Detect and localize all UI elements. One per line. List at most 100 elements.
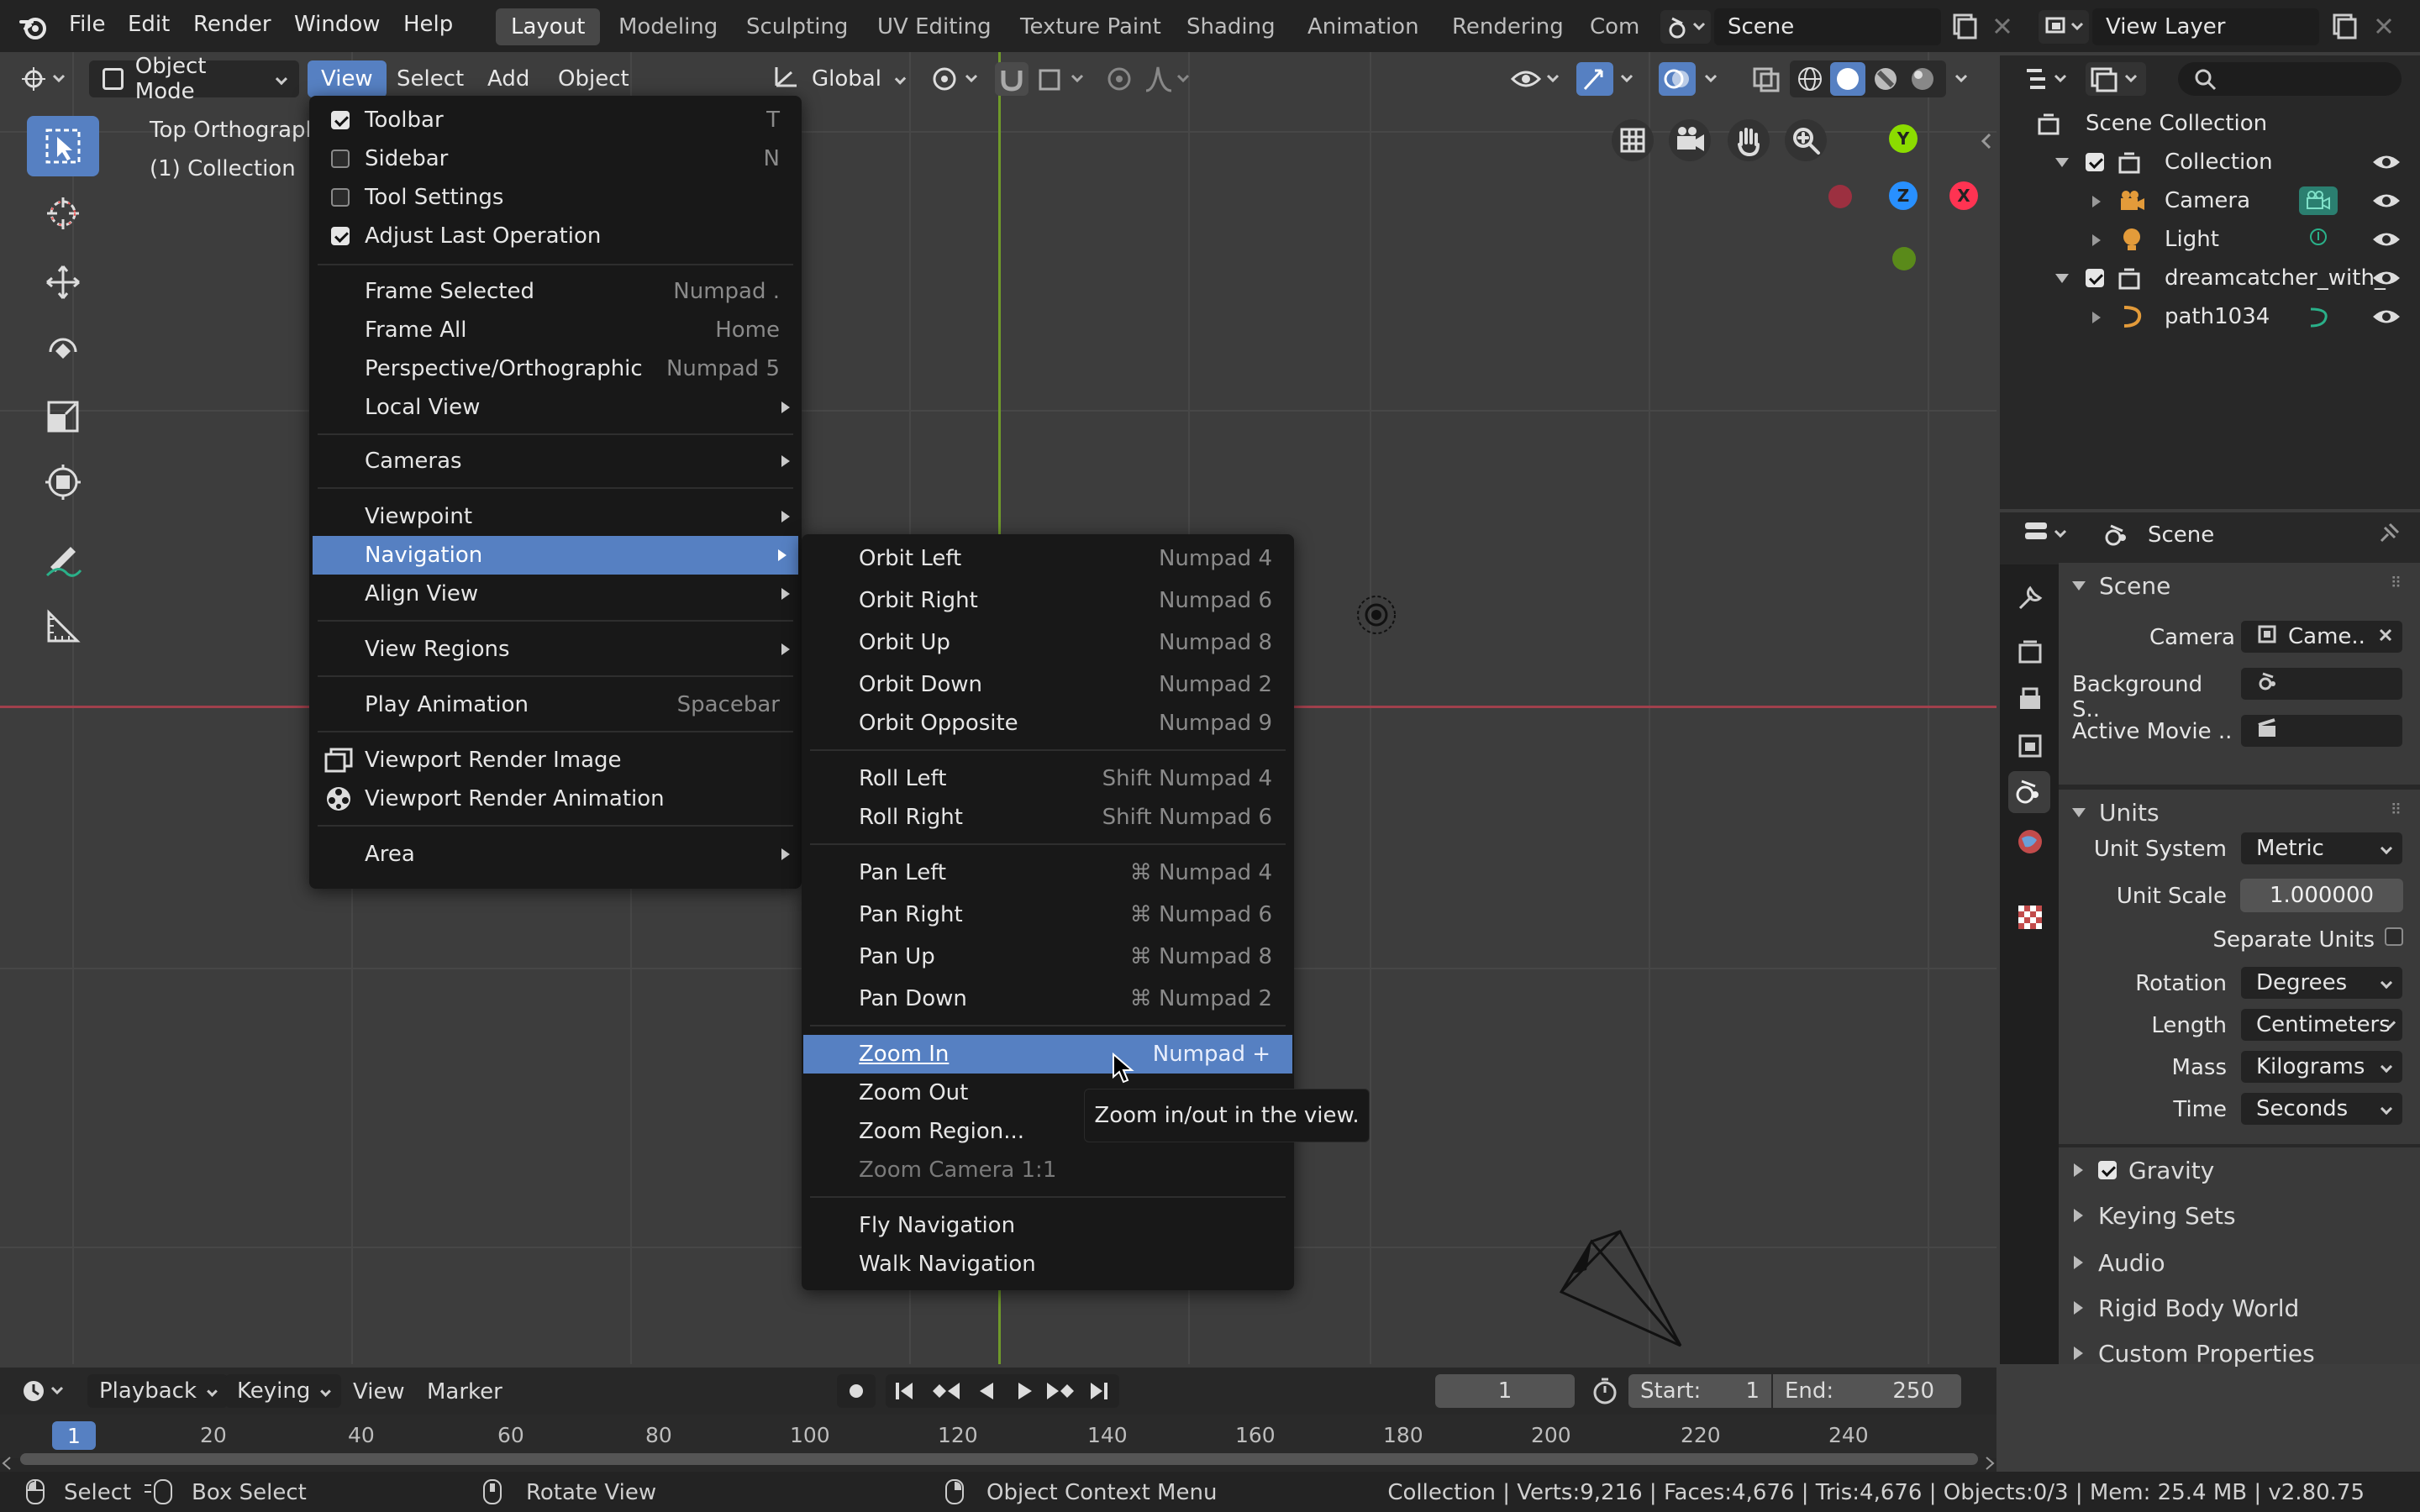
next-keyframe-icon[interactable]	[1045, 1381, 1076, 1407]
menu-object[interactable]: Object	[544, 60, 643, 97]
eye-icon[interactable]	[2371, 267, 2402, 295]
eye-icon[interactable]	[2371, 228, 2402, 256]
workspace-tab-sculpting[interactable]: Sculpting	[731, 8, 863, 45]
render-tab-icon[interactable]	[2013, 635, 2047, 675]
workspace-tab-uv-editing[interactable]: UV Editing	[862, 8, 1007, 45]
prev-keyframe-icon[interactable]	[931, 1381, 961, 1407]
menu-item-pan-right[interactable]: Pan Right ⌘ Numpad 6	[802, 895, 1294, 934]
measure-tool[interactable]	[27, 596, 99, 657]
menu-render[interactable]: Render	[193, 12, 271, 37]
editor-type-icon[interactable]	[13, 60, 72, 97]
snap-magnet-icon[interactable]	[995, 62, 1028, 96]
menu-item-frame-selected[interactable]: Frame Selected Numpad .	[309, 272, 802, 311]
overlays-dropdown-icon[interactable]	[1701, 62, 1724, 96]
timeline-view-menu[interactable]: View	[353, 1379, 405, 1404]
marker-menu[interactable]: Marker	[427, 1379, 502, 1404]
solid-shading-icon[interactable]	[1830, 62, 1865, 96]
menu-item-walk-navigation[interactable]: Walk Navigation	[802, 1245, 1294, 1284]
menu-item-adjust-last-operation[interactable]: Adjust Last Operation	[309, 217, 802, 255]
wireframe-shading-icon[interactable]	[1795, 64, 1825, 94]
world-tab-icon[interactable]	[2013, 825, 2047, 864]
timeline-scrollbar[interactable]	[20, 1453, 1978, 1465]
menu-item-align-view[interactable]: Align View	[309, 575, 802, 613]
menu-item-pan-up[interactable]: Pan Up ⌘ Numpad 8	[802, 937, 1294, 976]
outliner-editor-type-icon[interactable]	[2022, 62, 2075, 96]
falloff-curve-icon[interactable]	[1143, 62, 1193, 96]
scene-tab-icon[interactable]	[2008, 771, 2050, 813]
visibility-icon[interactable]	[1509, 62, 1568, 96]
workspace-tab-animation[interactable]: Animation	[1292, 8, 1434, 45]
mass-dropdown[interactable]: Kilograms	[2240, 1050, 2403, 1084]
menu-item-fly-navigation[interactable]: Fly Navigation	[802, 1206, 1294, 1245]
light-object-icon[interactable]	[1353, 591, 1400, 638]
background-scene-field[interactable]	[2240, 667, 2403, 701]
menu-item-tool-settings[interactable]: Tool Settings	[309, 178, 802, 217]
view-layer-icon[interactable]	[2039, 10, 2089, 44]
rigid-body-world-panel-header[interactable]: Rigid Body World	[2074, 1289, 2299, 1327]
menu-window[interactable]: Window	[294, 12, 381, 37]
transform-tool[interactable]	[27, 452, 99, 512]
jump-end-icon[interactable]	[1087, 1381, 1113, 1407]
outliner-row-dreamcatcher[interactable]: dreamcatcher_with_	[2000, 259, 2420, 297]
jump-start-icon[interactable]	[892, 1381, 918, 1407]
menu-item-sidebar[interactable]: Sidebar N	[309, 139, 802, 178]
scene-panel-header[interactable]: Scene	[2072, 566, 2170, 605]
outliner-row-collection[interactable]: Collection	[2000, 143, 2420, 181]
annotate-tool[interactable]	[27, 529, 99, 590]
new-scene-icon[interactable]	[1949, 12, 1978, 40]
sidebar-toggle-icon[interactable]	[1980, 131, 1993, 151]
drag-handle-icon[interactable]: ⠿	[2391, 801, 2402, 819]
move-tool[interactable]	[27, 252, 99, 312]
gizmo-dropdown-icon[interactable]	[1617, 62, 1640, 96]
keying-sets-panel-header[interactable]: Keying Sets	[2074, 1196, 2236, 1235]
menu-item-pan-left[interactable]: Pan Left ⌘ Numpad 4	[802, 853, 1294, 892]
menu-item-roll-left[interactable]: Roll Left Shift Numpad 4	[802, 759, 1294, 798]
drag-handle-icon[interactable]: ⠿	[2391, 575, 2402, 592]
menu-item-viewport-render-animation[interactable]: Viewport Render Animation	[309, 780, 802, 818]
camera-view-icon[interactable]	[1669, 119, 1711, 161]
camera-object[interactable]	[1555, 1220, 1689, 1354]
time-dropdown[interactable]: Seconds	[2240, 1092, 2403, 1126]
camera-data-icon[interactable]	[2299, 186, 2338, 215]
menu-item-frame-all[interactable]: Frame All Home	[309, 311, 802, 349]
outliner-search-input[interactable]	[2178, 62, 2402, 96]
scene-name-field[interactable]: Scene	[1714, 8, 1941, 45]
new-view-layer-icon[interactable]	[2329, 12, 2358, 40]
view-layer-field[interactable]: View Layer	[2092, 8, 2319, 45]
overlays-toggle-icon[interactable]	[1659, 62, 1696, 96]
workspace-tab-layout[interactable]: Layout	[496, 8, 601, 45]
xray-toggle-icon[interactable]	[1748, 62, 1785, 96]
delete-scene-icon[interactable]	[1988, 12, 2017, 40]
rotate-tool[interactable]	[27, 319, 99, 380]
menu-item-perspective-orthographic[interactable]: Perspective/Orthographic Numpad 5	[309, 349, 802, 388]
snap-element-icon[interactable]	[1035, 62, 1094, 96]
start-frame-field[interactable]: Start: 1	[1628, 1374, 1771, 1408]
menu-item-orbit-left[interactable]: Orbit Left Numpad 4	[802, 539, 1294, 578]
pan-hand-icon[interactable]	[1728, 119, 1770, 161]
timeline-editor-type-icon[interactable]	[18, 1374, 72, 1408]
scene-camera-field[interactable]: Came..	[2240, 620, 2403, 654]
blender-logo-icon[interactable]	[18, 12, 49, 42]
transform-orientation-dropdown[interactable]: Global	[758, 60, 918, 97]
gizmo-z-axis[interactable]: Z	[1889, 181, 1918, 210]
menu-item-play-animation[interactable]: Play Animation Spacebar	[309, 685, 802, 724]
delete-view-layer-icon[interactable]	[2370, 12, 2398, 40]
menu-item-roll-right[interactable]: Roll Right Shift Numpad 6	[802, 798, 1294, 837]
workspace-tab-texture-paint[interactable]: Texture Paint	[1005, 8, 1176, 45]
pivot-point-icon[interactable]	[928, 62, 995, 96]
scene-icon[interactable]	[1660, 10, 1711, 44]
menu-edit[interactable]: Edit	[128, 12, 170, 37]
gizmo-neg-x-axis[interactable]	[1828, 185, 1852, 208]
menu-item-viewport-render-image[interactable]: Viewport Render Image	[309, 741, 802, 780]
workspace-tab-compositing[interactable]: Com	[1575, 8, 1655, 45]
outliner-row-path1034[interactable]: path1034	[2000, 297, 2420, 336]
rotation-dropdown[interactable]: Degrees	[2240, 966, 2403, 1000]
light-data-icon[interactable]	[2306, 227, 2331, 258]
active-movie-clip-field[interactable]	[2240, 714, 2403, 748]
workspace-tab-shading[interactable]: Shading	[1171, 8, 1291, 45]
select-box-tool[interactable]	[27, 116, 99, 176]
menu-item-orbit-down[interactable]: Orbit Down Numpad 2	[802, 665, 1294, 704]
menu-item-cameras[interactable]: Cameras	[309, 442, 802, 480]
play-icon[interactable]	[1015, 1381, 1035, 1407]
menu-file[interactable]: File	[69, 12, 106, 37]
